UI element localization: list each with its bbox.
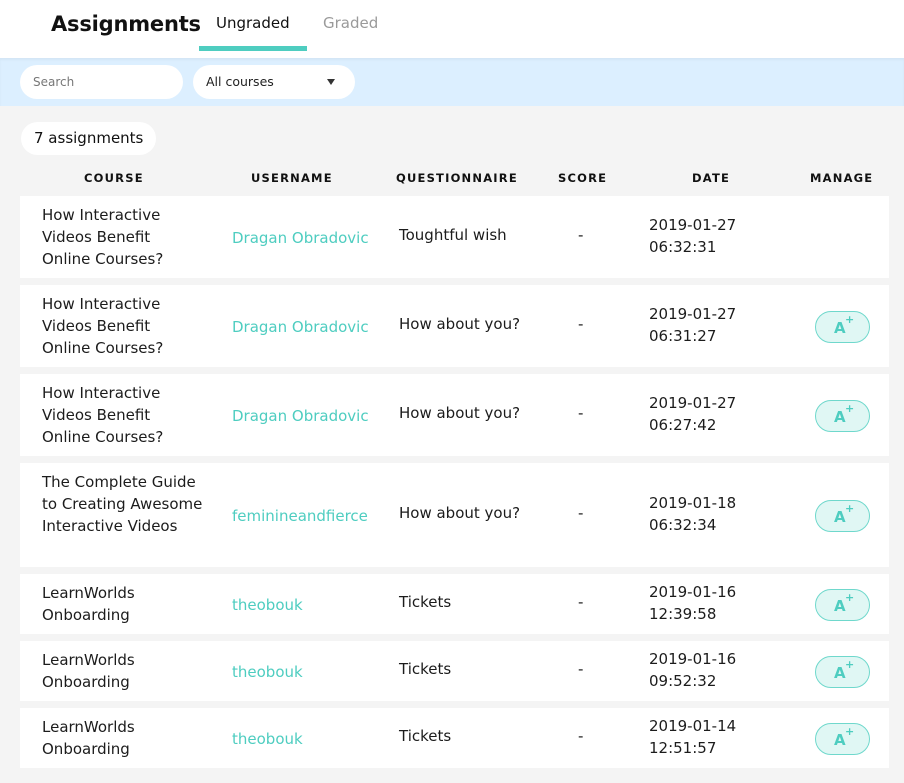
course-name: The Complete Guide to Creating Awesome I… [42,473,203,535]
grade-a-plus-icon: A [834,408,846,426]
tab-graded[interactable]: Graded [323,14,378,32]
score-value: - [578,660,584,678]
top-bar: Assignments Ungraded Graded [0,0,904,58]
table-row: The Complete Guide to Creating Awesome I… [20,463,889,567]
active-tab-indicator [199,46,307,51]
questionnaire-name: Toughtful wish [399,226,507,244]
grade-button[interactable]: A + [815,723,870,755]
plus-icon: + [845,402,855,415]
date-value: 2019-01-27 [649,305,737,323]
grade-a-plus-icon: A [834,731,846,749]
date-value: 2019-01-16 [649,650,737,668]
column-header-course: COURSE [84,171,144,185]
column-header-questionnaire: QUESTIONNAIRE [396,171,518,185]
time-value: 06:32:34 [649,516,717,534]
questionnaire-name: Tickets [399,660,452,678]
column-header-date: DATE [692,171,731,185]
score-value: - [578,727,584,745]
questionnaire-name: How about you? [399,404,521,422]
column-header-score: SCORE [558,171,608,185]
plus-icon: + [845,658,855,671]
grade-button[interactable]: A + [815,400,870,432]
filter-bar: All courses [0,58,904,106]
time-value: 09:52:32 [649,672,717,690]
grade-a-plus-icon: A [834,508,846,526]
time-value: 12:51:57 [649,739,717,757]
username-link[interactable]: Dragan Obradovic [232,316,369,338]
table-row: How Interactive Videos Benefit Online Co… [20,374,889,456]
date-value: 2019-01-16 [649,583,737,601]
questionnaire-name: Tickets [399,593,452,611]
score-value: - [578,315,584,333]
caret-down-icon [327,79,335,85]
table-row: LearnWorlds Onboarding theobouk Tickets - 20… [20,641,889,701]
time-value: 06:31:27 [649,327,717,345]
score-value: - [578,593,584,611]
table-row: How Interactive Videos Benefit Online Co… [20,285,889,367]
assignment-count-badge: 7 assignments [21,122,157,155]
username-link[interactable]: theobouk [232,594,303,616]
course-name: How Interactive Videos Benefit Online Co… [42,295,164,357]
course-name: LearnWorlds Onboarding [42,718,135,758]
grade-a-plus-icon: A [834,597,846,615]
grade-button[interactable]: A + [815,500,870,532]
time-value: 12:39:58 [649,605,717,623]
questionnaire-name: How about you? [399,504,521,522]
tab-ungraded[interactable]: Ungraded [216,14,290,32]
course-name: LearnWorlds Onboarding [42,584,135,624]
time-value: 06:32:31 [649,238,717,256]
score-value: - [578,504,584,522]
course-select[interactable]: All courses [193,65,355,99]
grade-button[interactable]: A + [815,311,870,343]
username-link[interactable]: Dragan Obradovic [232,227,369,249]
plus-icon: + [845,725,855,738]
grade-a-plus-icon: A [834,319,846,337]
time-value: 06:27:42 [649,416,717,434]
course-name: LearnWorlds Onboarding [42,651,135,691]
table-row: How Interactive Videos Benefit Online Co… [20,196,889,278]
page-title: Assignments [51,12,201,36]
column-header-username: USERNAME [251,171,333,185]
username-link[interactable]: theobouk [232,728,303,750]
course-name: How Interactive Videos Benefit Online Co… [42,206,164,268]
course-select-value: All courses [206,74,274,89]
table-row: LearnWorlds Onboarding theobouk Tickets - 20… [20,708,889,768]
search-input[interactable] [20,65,183,99]
score-value: - [578,226,584,244]
plus-icon: + [845,591,855,604]
grade-a-plus-icon: A [834,664,846,682]
username-link[interactable]: Dragan Obradovic [232,405,369,427]
username-link[interactable]: feminineandfierce [232,505,368,527]
table-row: LearnWorlds Onboarding theobouk Tickets - 20… [20,574,889,634]
date-value: 2019-01-27 [649,394,737,412]
score-value: - [578,404,584,422]
username-link[interactable]: theobouk [232,661,303,683]
date-value: 2019-01-18 [649,494,737,512]
date-value: 2019-01-27 [649,216,737,234]
date-value: 2019-01-14 [649,717,737,735]
grade-button[interactable]: A + [815,589,870,621]
column-header-manage: MANAGE [810,171,874,185]
questionnaire-name: How about you? [399,315,521,333]
grade-button[interactable]: A + [815,656,870,688]
plus-icon: + [845,313,855,326]
table-header: COURSE USERNAME QUESTIONNAIRE SCORE DATE… [0,171,904,187]
course-name: How Interactive Videos Benefit Online Co… [42,384,164,446]
plus-icon: + [845,502,855,515]
questionnaire-name: Tickets [399,727,452,745]
